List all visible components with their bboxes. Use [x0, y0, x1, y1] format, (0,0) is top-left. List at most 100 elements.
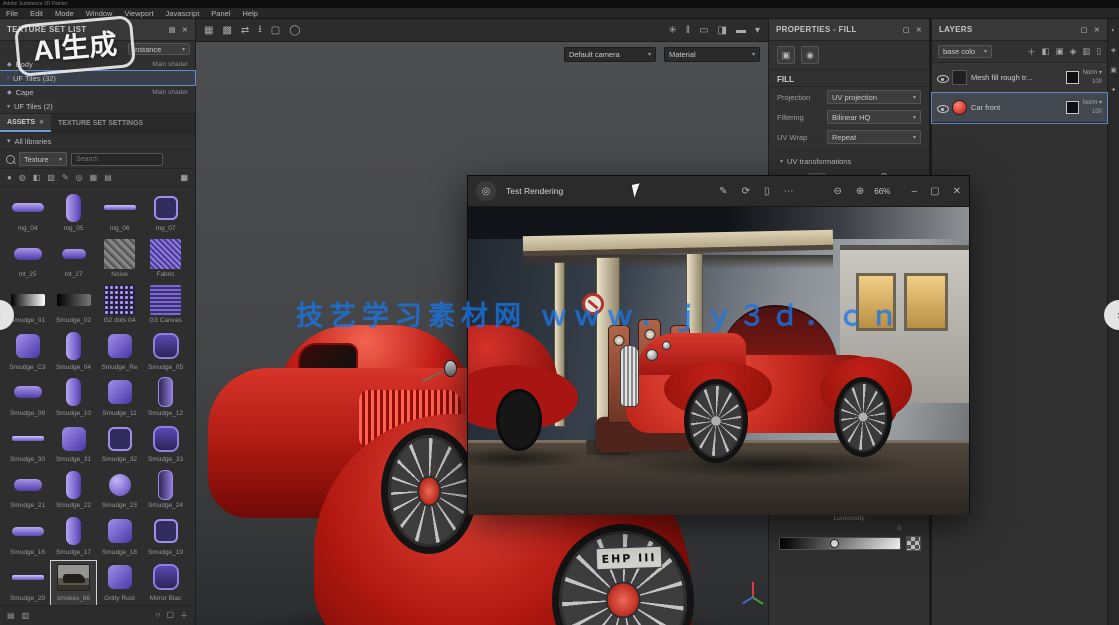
property-select[interactable]: Bilinear HQ▾ [827, 110, 921, 124]
pause-icon[interactable]: ‖ [686, 25, 690, 36]
library-icon[interactable]: ▥ [22, 611, 30, 620]
asset-item[interactable]: Smudge_C3 [5, 330, 50, 374]
alphas-filter-icon[interactable]: ◎ [76, 173, 83, 182]
circle-view-icon[interactable]: ○ [156, 610, 161, 621]
zoom-in-icon[interactable]: ⊕ [856, 186, 864, 197]
environments-filter-icon[interactable]: ▤ [104, 173, 112, 182]
effects-icon[interactable]: ✳ [669, 25, 677, 36]
render-window[interactable]: ◎ Test Rendering ✎⟳▯⋯ ⊖⊕ 66% –▢✕ [467, 175, 970, 515]
paint-mode-icon[interactable]: ◉ [801, 46, 819, 64]
asset-item[interactable]: mt_27 [51, 237, 96, 281]
smart-materials-filter-icon[interactable]: ◍ [19, 173, 26, 182]
close-icon[interactable]: ✕ [1094, 26, 1100, 34]
asset-item[interactable]: G2 dots 04 [97, 283, 142, 327]
camera-settings-icon[interactable]: ▣ [1110, 66, 1117, 74]
property-select[interactable]: UV projection▾ [827, 90, 921, 104]
menu-item-file[interactable]: File [0, 9, 24, 18]
asset-item[interactable]: smokes_66 [51, 561, 96, 605]
texture-set-row[interactable]: ◆CapeMain shader [0, 85, 195, 99]
delete-layer-icon[interactable]: ▯ [1096, 46, 1101, 58]
bake-icon[interactable]: ⭳ [258, 22, 262, 39]
asset-item[interactable]: Smudge_31 [51, 422, 96, 466]
close-icon[interactable]: ✕ [953, 186, 961, 197]
add-folder-icon[interactable]: ▥ [1082, 46, 1090, 58]
material-mode-icon[interactable]: ▣ [777, 46, 795, 64]
delete-icon[interactable]: ▯ [764, 186, 770, 197]
asset-item[interactable]: G3 Canvas [143, 283, 188, 327]
import-resources-icon[interactable]: ▤ [7, 611, 15, 620]
asset-item[interactable]: mg_06 [97, 191, 142, 235]
render-window-titlebar[interactable]: ◎ Test Rendering ✎⟳▯⋯ ⊖⊕ 66% –▢✕ [468, 176, 969, 207]
asset-item[interactable]: Smudge_11 [97, 376, 142, 420]
asset-item[interactable]: Fabric [143, 237, 188, 281]
asset-item[interactable]: Smudge_02 [51, 283, 96, 327]
visibility-eye-icon[interactable] [937, 72, 949, 84]
shading-mode-select[interactable]: Material ▾ [664, 47, 760, 62]
texture-set-row[interactable]: ▾UF Tiles (2) [0, 99, 195, 113]
uv-transformations-section[interactable]: ▾ UV transformations [769, 150, 929, 169]
channel-filter-select[interactable]: base colo ▾ [938, 45, 992, 58]
asset-item[interactable]: Smudge_Re [97, 330, 142, 374]
panel-menu-icon[interactable]: ▤ [169, 26, 176, 34]
layer-row[interactable]: Mesh fill rough tr...Norm ▾100 [932, 63, 1107, 93]
visibility-eye-icon[interactable] [937, 102, 949, 114]
add-fill-layer-icon[interactable]: ▣ [1056, 46, 1064, 58]
zoom-value[interactable]: 66% [874, 187, 890, 196]
zoom-out-icon[interactable]: ⊖ [833, 186, 841, 197]
blend-mode-select[interactable]: Norm ▾ [1083, 69, 1102, 77]
asset-item[interactable]: Smudge_22 [51, 468, 96, 512]
display-settings-icon[interactable]: ◐ [1111, 27, 1115, 34]
asset-item[interactable]: mt_25 [5, 237, 50, 281]
single-view-icon[interactable]: ▭ [699, 25, 708, 36]
asset-item[interactable]: Smudge_09 [5, 376, 50, 420]
asset-item[interactable]: mg_04 [5, 191, 50, 235]
menu-item-mode[interactable]: Mode [49, 9, 80, 18]
asset-item[interactable]: Smudge_05 [143, 330, 188, 374]
grid-large-icon[interactable]: ▩ [222, 25, 231, 36]
asset-item[interactable]: Smudge_18 [97, 515, 142, 559]
close-icon[interactable]: ✕ [39, 119, 44, 126]
asset-item[interactable]: Mirror Blac [143, 561, 188, 605]
blend-mode-select[interactable]: Norm ▾ [1083, 99, 1102, 107]
history-icon[interactable]: ✦ [1111, 86, 1117, 94]
asset-item[interactable]: Smudge_29 [5, 561, 50, 605]
shader-settings-icon[interactable]: ◈ [1111, 46, 1116, 54]
menu-item-panel[interactable]: Panel [205, 9, 236, 18]
grid-small-icon[interactable]: ▦ [204, 25, 213, 36]
add-asset-icon[interactable]: ＋ [180, 610, 188, 621]
float-panel-icon[interactable]: ▢ [1081, 26, 1088, 34]
asset-item[interactable]: Noise [97, 237, 142, 281]
asset-item[interactable]: Smudge_04 [51, 330, 96, 374]
property-select[interactable]: Repeat▾ [827, 130, 921, 144]
asset-item[interactable]: Smudge_33 [143, 422, 188, 466]
instance-select[interactable]: Instance ▾ [128, 43, 190, 55]
asset-item[interactable]: Smudge_17 [51, 515, 96, 559]
asset-type-select[interactable]: Texture ▾ [19, 152, 67, 166]
perspective-icon[interactable]: ◯ [289, 25, 300, 36]
asset-item[interactable]: Smudge_19 [143, 515, 188, 559]
library-selector[interactable]: ▾ All libraries [0, 133, 195, 150]
asset-item[interactable]: Smudge_32 [97, 422, 142, 466]
asset-item[interactable]: Smudge_16 [5, 515, 50, 559]
split-view-icon[interactable]: ◨ [718, 25, 727, 36]
materials-filter-icon[interactable]: ● [7, 173, 12, 182]
frame-icon[interactable]: ▢ [271, 25, 280, 36]
camera-select[interactable]: Default camera ▾ [564, 47, 656, 62]
asset-item[interactable]: Smudge_24 [143, 468, 188, 512]
edit-icon[interactable]: ✎ [719, 186, 727, 197]
asset-item[interactable]: Smudge_23 [97, 468, 142, 512]
asset-item[interactable]: Gritty Rust [97, 561, 142, 605]
filters-filter-icon[interactable]: ▨ [47, 173, 55, 182]
square-view-icon[interactable]: ▢ [166, 610, 174, 621]
asset-item[interactable]: Smudge_10 [51, 376, 96, 420]
layout-icon[interactable]: ▬ [736, 25, 746, 36]
search-input[interactable] [71, 153, 163, 166]
checker-swatch-icon[interactable] [906, 536, 921, 551]
tab-texture-set-settings[interactable]: TEXTURE SET SETTINGS [51, 114, 150, 132]
add-smart-material-icon[interactable]: ◈ [1070, 46, 1077, 58]
menu-item-javascript[interactable]: Javascript [160, 9, 206, 18]
menu-item-help[interactable]: Help [236, 9, 263, 18]
caret-down-icon[interactable]: ▾ [755, 25, 760, 36]
add-mask-icon[interactable]: ◧ [1042, 46, 1050, 58]
textures-filter-icon[interactable]: ▦ [90, 173, 98, 182]
